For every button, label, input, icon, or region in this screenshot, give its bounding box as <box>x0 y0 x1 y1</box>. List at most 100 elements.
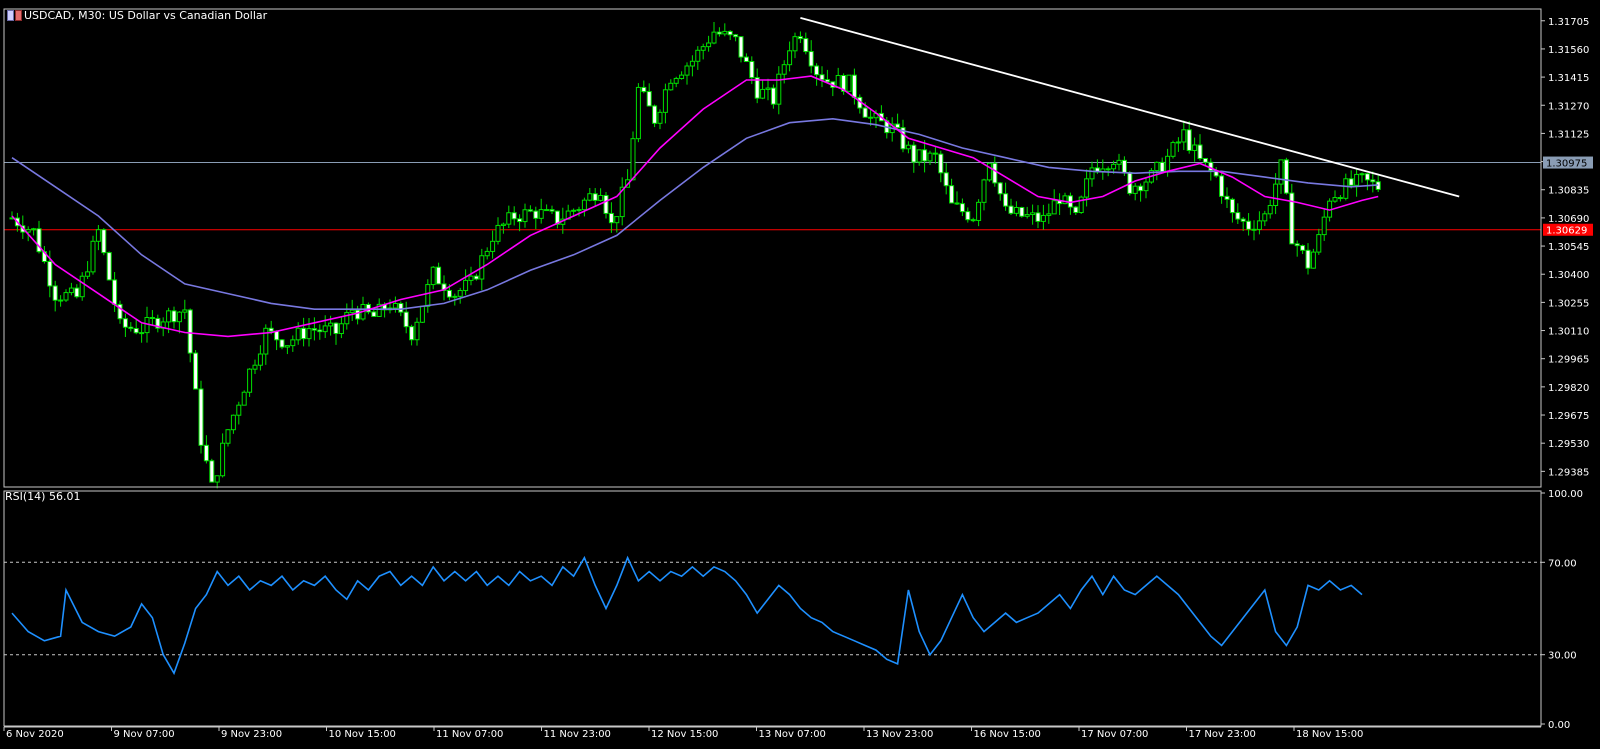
rsi-tick-label: 30.00 <box>1548 651 1577 662</box>
candle-body <box>506 212 512 225</box>
price-tick-label: 1.30110 <box>1548 327 1589 338</box>
candle-body <box>608 212 614 224</box>
price-tick-label: 1.30400 <box>1548 270 1589 281</box>
candle-body <box>981 179 987 203</box>
candle-body <box>1370 179 1376 183</box>
price-tick-label: 1.29530 <box>1548 439 1589 450</box>
candle-body <box>895 123 901 129</box>
candle-body <box>571 209 577 212</box>
candle-body <box>139 332 145 335</box>
candle-body <box>344 312 350 325</box>
candle-body <box>819 74 825 81</box>
candle-body <box>927 152 933 162</box>
candle-body <box>247 368 253 393</box>
price-tick-label: 1.31705 <box>1548 17 1589 28</box>
price-tick-label: 1.30835 <box>1548 186 1589 197</box>
candle-body <box>522 209 528 223</box>
trendline[interactable] <box>800 16 1460 198</box>
rsi-tick-label: 100.00 <box>1548 489 1583 500</box>
price-tick-label: 1.31560 <box>1548 45 1589 56</box>
candle-body <box>1186 129 1192 151</box>
candle-body <box>1251 228 1257 231</box>
candle-body <box>1262 213 1268 222</box>
candle-body <box>371 311 377 317</box>
candle-body <box>1046 213 1052 216</box>
candle-body <box>517 218 523 223</box>
candle-body <box>236 404 242 416</box>
time-tick-label: 16 Nov 15:00 <box>974 729 1041 740</box>
candle-body <box>684 65 690 76</box>
candle-body <box>635 86 641 140</box>
chart-canvas[interactable]: 1.31705 1.31560 1.31415 1.31270 1.31125 1.309… <box>0 0 1600 749</box>
candle-body <box>954 202 960 205</box>
candle-body <box>862 107 868 118</box>
candle-body <box>1181 129 1187 143</box>
candle-body <box>355 309 361 320</box>
candle-body <box>198 388 204 446</box>
candle-body <box>959 203 965 213</box>
candle-body <box>808 51 814 67</box>
candle-body <box>1019 206 1025 217</box>
price-chart <box>4 16 1541 489</box>
candle-body <box>47 261 53 287</box>
candle-body <box>452 295 458 298</box>
candle-body <box>425 284 431 307</box>
candle-body <box>112 279 118 305</box>
price-tick-label: 1.31415 <box>1548 73 1589 84</box>
candle-body <box>749 61 755 79</box>
candle-body <box>868 116 874 119</box>
candle-body <box>1267 204 1273 215</box>
candle-body <box>1013 206 1019 214</box>
candle-body <box>581 199 587 211</box>
candle-body <box>463 279 469 292</box>
candle-body <box>1283 159 1289 194</box>
rsi-tick-label: 70.00 <box>1548 558 1577 569</box>
candle-body <box>241 391 247 406</box>
price-tick-label: 1.30690 <box>1548 214 1589 225</box>
candle-body <box>317 329 323 333</box>
candle-body <box>1111 163 1117 170</box>
candle-body <box>765 87 771 90</box>
candle-body <box>214 475 220 483</box>
candle-body <box>527 209 533 212</box>
candle-body <box>295 327 301 341</box>
rsi-line <box>11 555 1363 676</box>
candle-body <box>1240 218 1246 222</box>
candle-body <box>268 327 274 332</box>
candle-body <box>760 88 766 99</box>
candle-body <box>1024 214 1030 217</box>
candle-body <box>1224 195 1230 200</box>
candle-body <box>1332 197 1338 202</box>
candle-body <box>1343 178 1349 199</box>
price-tick-label: 1.31125 <box>1548 129 1589 140</box>
axes: 1.31705 1.31560 1.31415 1.31270 1.31125 1.309… <box>3 8 1593 740</box>
candle-body <box>133 327 139 334</box>
candle-body <box>311 328 317 331</box>
candle-body <box>398 303 404 313</box>
candle-body <box>90 240 96 273</box>
time-tick-label: 13 Nov 23:00 <box>866 729 933 740</box>
candle-body <box>500 223 506 226</box>
candle-body <box>722 30 728 35</box>
candle-body <box>419 305 425 323</box>
candle-body <box>1273 183 1279 206</box>
candle-body <box>209 460 215 483</box>
candle-body <box>846 74 852 92</box>
candle-body <box>997 182 1003 195</box>
price-marker-label: 1.30629 <box>1546 226 1587 237</box>
chart-window: 1.31705 1.31560 1.31415 1.31270 1.31125 1.309… <box>0 0 1600 749</box>
time-tick-label: 11 Nov 07:00 <box>436 729 503 740</box>
price-tick-label: 1.29965 <box>1548 355 1589 366</box>
candle-body <box>544 209 550 212</box>
candle-body <box>149 316 155 319</box>
candle-body <box>662 89 668 113</box>
candle-body <box>976 201 982 221</box>
price-marker-label: 1.30975 <box>1546 159 1587 170</box>
candle-body <box>652 105 658 124</box>
time-tick-label: 18 Nov 15:00 <box>1296 729 1363 740</box>
candle-body <box>1229 198 1235 214</box>
candle-body <box>1008 205 1014 214</box>
candle-body <box>328 322 334 327</box>
candle-body <box>1321 216 1327 236</box>
candle-body <box>776 73 782 105</box>
